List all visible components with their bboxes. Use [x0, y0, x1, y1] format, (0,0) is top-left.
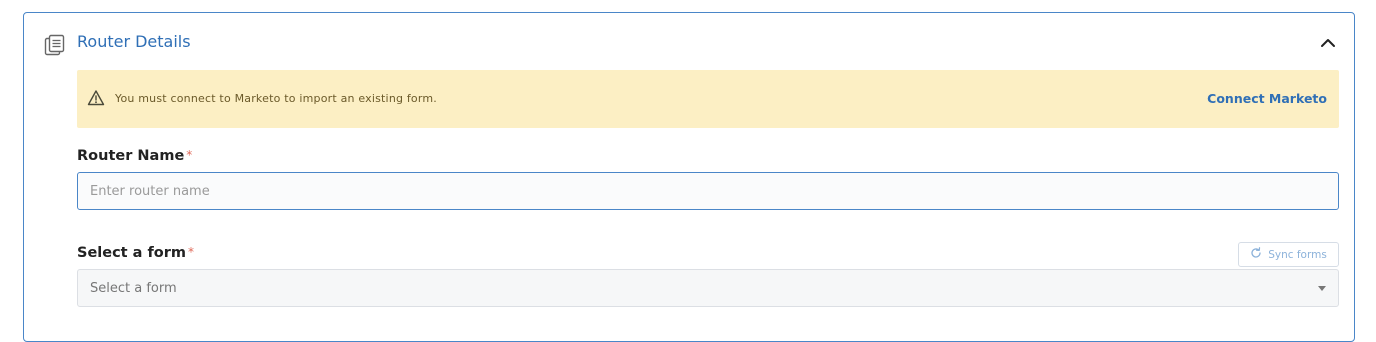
form-select-dropdown[interactable]: Select a form [77, 269, 1339, 307]
sync-forms-label: Sync forms [1268, 248, 1327, 261]
required-marker: * [186, 148, 193, 162]
select-form-label-text: Select a form [77, 245, 187, 261]
select-form-label: Select a form * [77, 245, 194, 261]
form-select-value: Select a form [90, 281, 177, 296]
required-marker: * [188, 245, 195, 259]
router-name-input[interactable] [77, 172, 1339, 210]
document-stack-icon [44, 34, 66, 56]
refresh-icon [1250, 247, 1262, 262]
sync-forms-button[interactable]: Sync forms [1238, 242, 1339, 267]
alert-message: You must connect to Marketo to import an… [115, 92, 438, 105]
caret-down-icon [1318, 286, 1326, 291]
panel-title: Router Details [77, 32, 191, 51]
marketo-warning-alert: You must connect to Marketo to import an… [77, 70, 1339, 128]
warning-icon [87, 89, 105, 107]
connect-marketo-link[interactable]: Connect Marketo [1207, 91, 1327, 106]
panel-header[interactable]: Router Details [24, 13, 1354, 71]
chevron-up-icon[interactable] [1318, 33, 1338, 53]
router-name-label-text: Router Name [77, 148, 185, 164]
router-details-panel: Router Details You must connect to Marke… [23, 12, 1355, 342]
router-name-label: Router Name * [77, 148, 192, 164]
